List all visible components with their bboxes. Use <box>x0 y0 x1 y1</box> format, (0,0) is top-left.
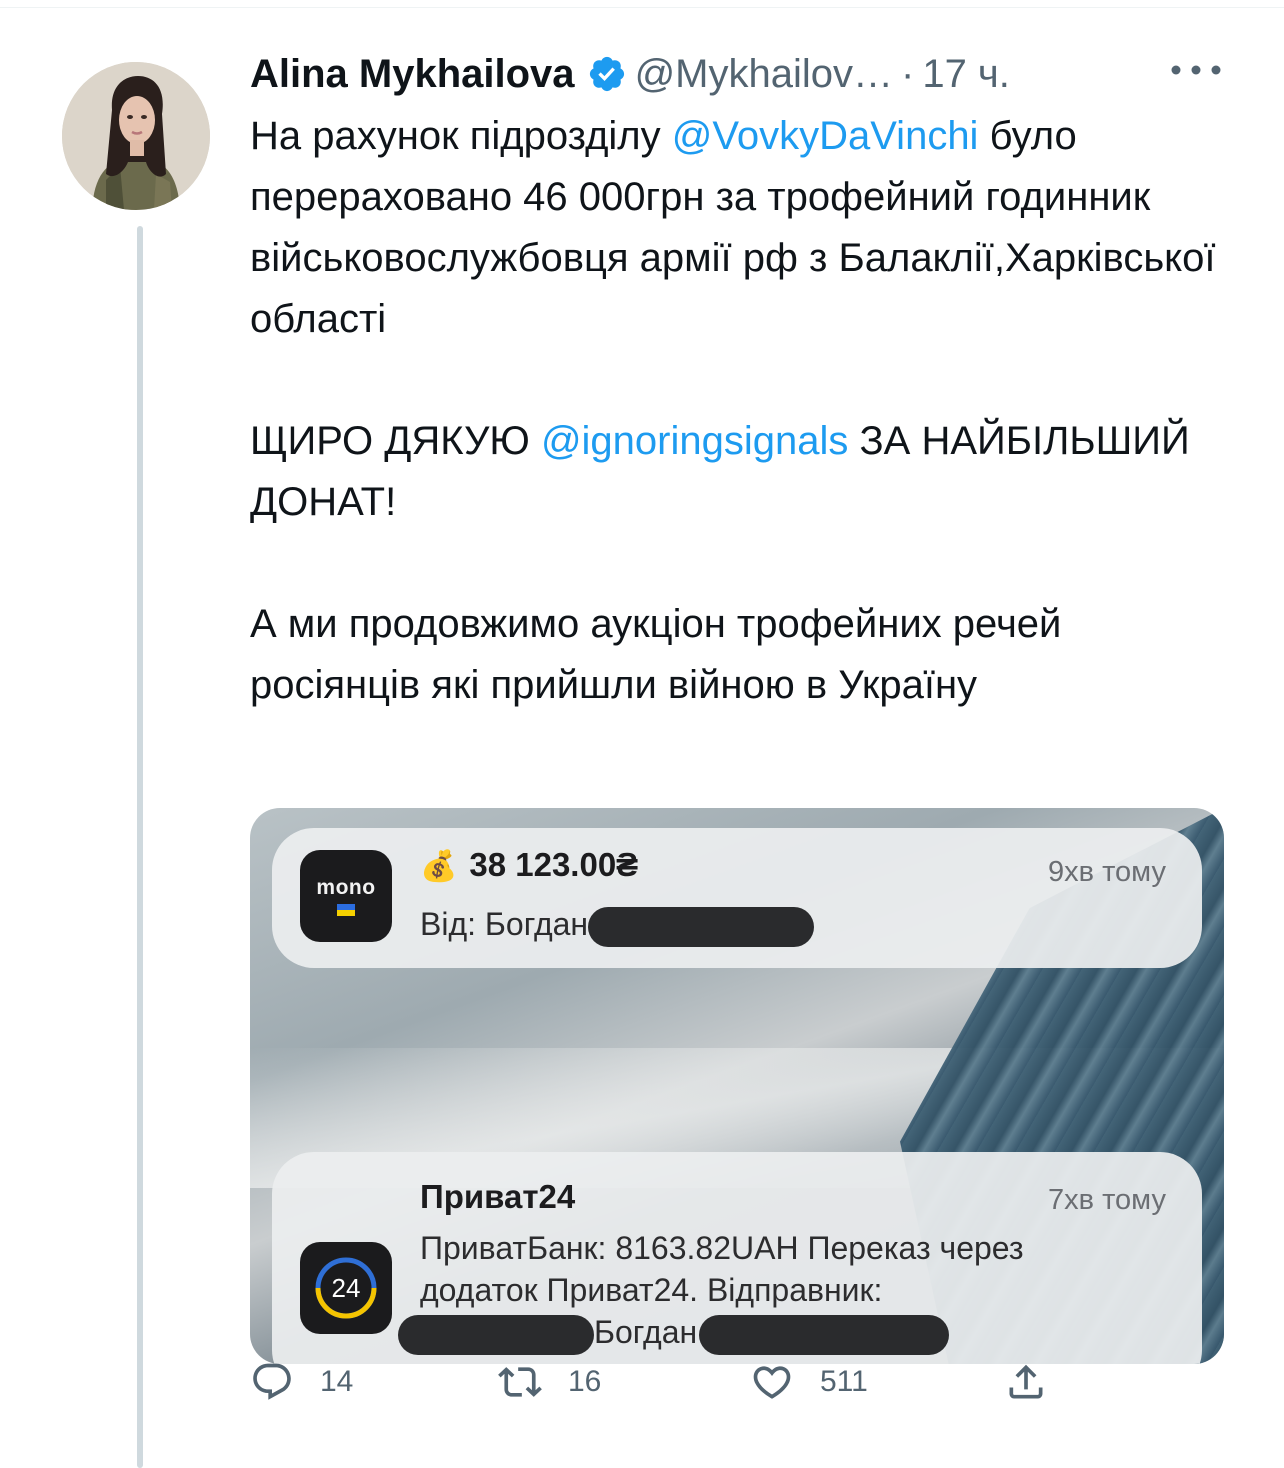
text-segment: ЩИРО ДЯКУЮ <box>250 419 541 463</box>
mono-app-label: mono <box>316 876 376 899</box>
ukraine-flag-icon <box>337 904 355 916</box>
money-bag-icon: 💰 <box>420 850 458 883</box>
like-button[interactable]: 511 <box>750 1350 868 1414</box>
heart-icon <box>753 1366 791 1399</box>
redaction-bar <box>398 1314 594 1355</box>
tweet-header: Alina Mykhailova @Mykhailov… · 17 ч. <box>250 44 1010 104</box>
mention-link[interactable]: @ignoringsignals <box>541 419 848 463</box>
verified-badge-icon <box>589 56 624 92</box>
mono-sender-line: Від: Богдан <box>420 904 815 947</box>
privat24-app-icon: 24 <box>300 1242 392 1334</box>
retweet-button[interactable]: 16 <box>498 1350 601 1414</box>
reply-count: 14 <box>320 1365 354 1398</box>
reply-icon <box>253 1363 291 1400</box>
redaction-bar <box>699 1314 950 1355</box>
mono-sender: Від: Богдан <box>420 906 589 942</box>
privat24-message-line-2: додаток Приват24. Відправник: <box>420 1272 883 1308</box>
tweet-paragraph-1: На рахунок підрозділу @VovkyDaVinchi бул… <box>250 106 1240 350</box>
avatar-photo <box>62 62 210 210</box>
privat24-time: 7хв тому <box>1048 1184 1166 1216</box>
like-count: 511 <box>820 1365 868 1398</box>
share-button[interactable] <box>1004 1350 1048 1414</box>
mono-notification: mono 💰 38 123.00₴ 9хв тому Від: Богдан <box>272 828 1202 968</box>
retweet-count: 16 <box>568 1365 602 1398</box>
privat24-message-line-3: Богдан <box>398 1312 950 1355</box>
thread-line <box>137 226 143 1468</box>
mono-app-icon: mono <box>300 850 392 942</box>
tweet-actions-bar: 14 16 511 <box>250 1350 1230 1414</box>
text-segment: На рахунок підрозділу <box>250 114 672 158</box>
mono-amount: 38 123.00₴ <box>469 846 639 883</box>
tweet-time[interactable]: 17 ч. <box>922 52 1010 97</box>
avatar[interactable] <box>62 62 210 210</box>
privat24-message-line-1: ПриватБанк: 8163.82UAH Переказ через <box>420 1230 1024 1266</box>
header-separator: · <box>901 51 915 96</box>
share-icon <box>1009 1364 1043 1399</box>
mono-time: 9хв тому <box>1048 856 1166 888</box>
more-options-icon[interactable] <box>1168 58 1224 82</box>
tweet-paragraph-2: ЩИРО ДЯКУЮ @ignoringsignals ЗА НАЙБІЛЬШИ… <box>250 411 1240 533</box>
mention-link[interactable]: @VovkyDaVinchi <box>672 114 979 158</box>
retweet-icon <box>498 1367 542 1397</box>
privat24-title: Приват24 <box>420 1178 576 1215</box>
tweet-paragraph-3: А ми продовжимо аукціон трофейних речей … <box>250 602 1062 707</box>
tweet-media-image[interactable]: mono 💰 38 123.00₴ 9хв тому Від: Богдан 24… <box>250 808 1224 1364</box>
reply-button[interactable]: 14 <box>250 1350 353 1414</box>
author-handle[interactable]: @Mykhailov… <box>635 52 893 97</box>
tweet-text: На рахунок підрозділу @VovkyDaVinchi бул… <box>250 106 1240 716</box>
privat24-app-label: 24 <box>331 1272 361 1303</box>
privat24-notification: 24 Приват24 7хв тому ПриватБанк: 8163.82… <box>272 1152 1202 1364</box>
privat24-sender: Богдан <box>594 1314 698 1350</box>
author-name[interactable]: Alina Mykhailova <box>250 52 575 97</box>
redaction-bar <box>588 906 815 947</box>
mono-amount-line: 💰 38 123.00₴ <box>420 846 638 884</box>
top-divider <box>0 0 1284 8</box>
